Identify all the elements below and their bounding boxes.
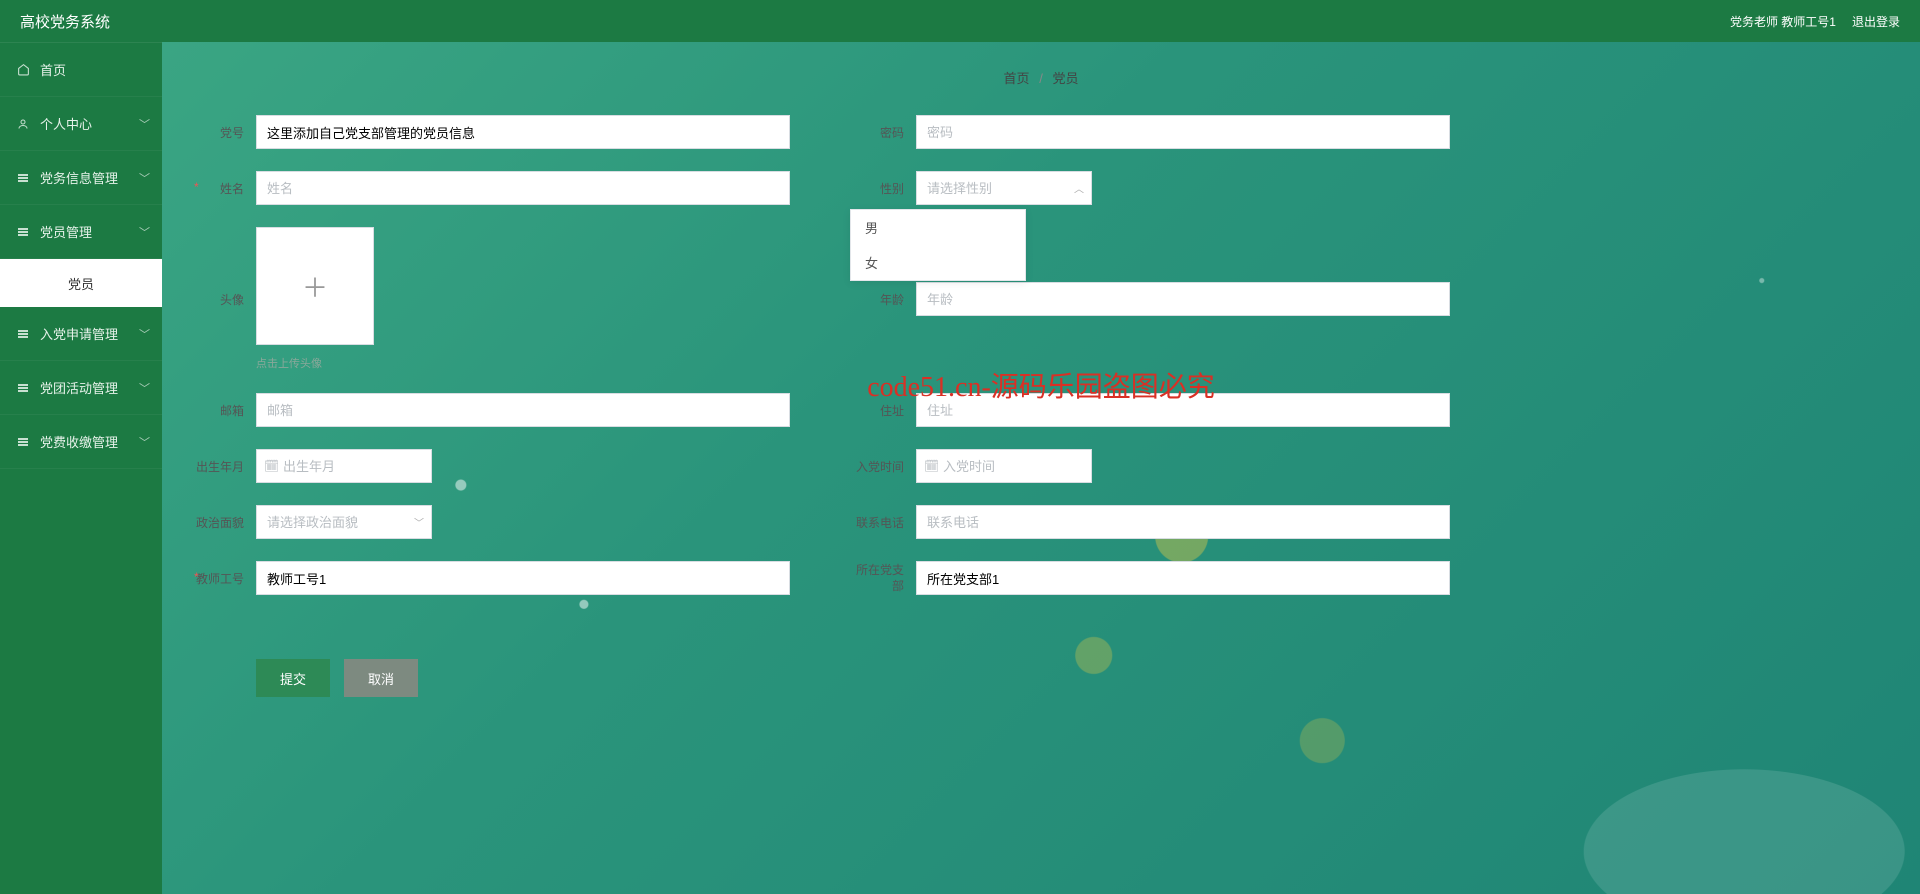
app-title: 高校党务系统 — [20, 11, 110, 32]
input-danghao[interactable] — [256, 115, 790, 149]
label-danghao: 党号 — [190, 124, 256, 141]
breadcrumb: 首页 / 党员 — [190, 68, 1892, 87]
label-rudang: 入党时间 — [850, 458, 916, 475]
header-right: 党务老师 教师工号1 退出登录 — [1730, 13, 1900, 30]
list-icon — [16, 171, 30, 185]
sidebar: 首页 个人中心 ﹀ 党务信息管理 ﹀ 党员管理 ﹀ 党员 入党申请管理 ﹀ — [0, 42, 162, 894]
label-touxiang: 头像 — [190, 291, 256, 308]
list-icon — [16, 225, 30, 239]
input-chusheng[interactable] — [256, 449, 432, 483]
input-xingming[interactable] — [256, 171, 790, 205]
plus-icon: ＋ — [302, 268, 328, 305]
home-icon — [16, 63, 30, 77]
submit-button[interactable]: 提交 — [256, 659, 330, 697]
logout-link[interactable]: 退出登录 — [1852, 13, 1900, 30]
input-rudang[interactable] — [916, 449, 1092, 483]
label-jiaoshi: 教师工号 — [190, 570, 256, 587]
sidebar-item-activity[interactable]: 党团活动管理 ﹀ — [0, 361, 162, 415]
input-zhuzhi[interactable] — [916, 393, 1450, 427]
label-mima: 密码 — [850, 124, 916, 141]
chevron-down-icon: ﹀ — [139, 326, 150, 342]
sidebar-item-label: 党员管理 — [40, 222, 92, 241]
chevron-down-icon: ﹀ — [139, 224, 150, 240]
user-icon — [16, 117, 30, 131]
chevron-down-icon: ﹀ — [139, 116, 150, 132]
select-xingbie[interactable] — [916, 171, 1092, 205]
list-icon — [16, 435, 30, 449]
sidebar-subitem-member[interactable]: 党员 — [0, 259, 162, 307]
input-lianxi[interactable] — [916, 505, 1450, 539]
breadcrumb-sep: / — [1039, 71, 1043, 86]
sidebar-item-label: 党费收缴管理 — [40, 432, 118, 451]
label-nianling: 年龄 — [850, 291, 916, 308]
sidebar-item-member[interactable]: 党员管理 ﹀ — [0, 205, 162, 259]
sidebar-item-fee[interactable]: 党费收缴管理 ﹀ — [0, 415, 162, 469]
label-chusheng: 出生年月 — [190, 458, 256, 475]
label-zhibu: 所在党支部 — [850, 562, 916, 594]
breadcrumb-home[interactable]: 首页 — [1004, 71, 1030, 86]
label-xingming: 姓名 — [190, 180, 256, 197]
sidebar-item-label: 个人中心 — [40, 114, 92, 133]
input-youxiang[interactable] — [256, 393, 790, 427]
member-form: 党号 密码 姓名 性别 ︿ — [190, 115, 1450, 697]
sidebar-item-label: 首页 — [40, 60, 66, 79]
sidebar-item-label: 党团活动管理 — [40, 378, 118, 397]
main-panel: code51.cn-源码乐园盗图必究 首页 / 党员 党号 密码 姓名 — [162, 42, 1920, 894]
select-zhengzhi[interactable] — [256, 505, 432, 539]
input-jiaoshi[interactable] — [256, 561, 790, 595]
label-zhuzhi: 住址 — [850, 402, 916, 419]
input-nianling[interactable] — [916, 282, 1450, 316]
cancel-button[interactable]: 取消 — [344, 659, 418, 697]
label-lianxi: 联系电话 — [850, 514, 916, 531]
input-zhibu[interactable] — [916, 561, 1450, 595]
sidebar-item-apply[interactable]: 入党申请管理 ﹀ — [0, 307, 162, 361]
sidebar-item-label: 入党申请管理 — [40, 324, 118, 343]
sidebar-subitem-label: 党员 — [68, 274, 94, 293]
top-header: 高校党务系统 党务老师 教师工号1 退出登录 — [0, 0, 1920, 42]
dropdown-xingbie: 男 女 — [850, 209, 1026, 281]
list-icon — [16, 381, 30, 395]
option-male[interactable]: 男 — [851, 210, 1025, 245]
chevron-down-icon: ﹀ — [139, 380, 150, 396]
user-label[interactable]: 党务老师 教师工号1 — [1730, 13, 1836, 30]
content: 首页 个人中心 ﹀ 党务信息管理 ﹀ 党员管理 ﹀ 党员 入党申请管理 ﹀ — [0, 42, 1920, 894]
chevron-down-icon: ﹀ — [139, 170, 150, 186]
chevron-down-icon: ﹀ — [139, 434, 150, 450]
label-zhengzhi: 政治面貌 — [190, 514, 256, 531]
label-xingbie: 性别 — [850, 180, 916, 197]
sidebar-item-home[interactable]: 首页 — [0, 43, 162, 97]
sidebar-item-label: 党务信息管理 — [40, 168, 118, 187]
sidebar-item-info[interactable]: 党务信息管理 ﹀ — [0, 151, 162, 205]
sidebar-item-profile[interactable]: 个人中心 ﹀ — [0, 97, 162, 151]
avatar-uploader[interactable]: ＋ — [256, 227, 374, 345]
label-youxiang: 邮箱 — [190, 402, 256, 419]
avatar-hint: 点击上传头像 — [256, 355, 790, 371]
breadcrumb-current: 党员 — [1052, 71, 1078, 86]
input-mima[interactable] — [916, 115, 1450, 149]
list-icon — [16, 327, 30, 341]
option-female[interactable]: 女 — [851, 245, 1025, 280]
